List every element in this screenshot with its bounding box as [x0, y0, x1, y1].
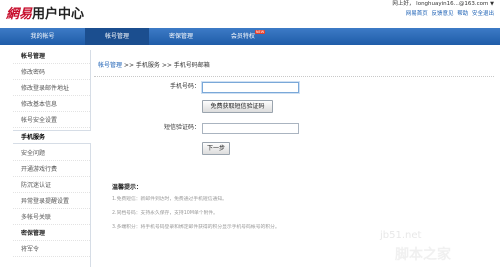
tip-line-3: 3.多端积分：将手机号码登录和绑定邮件获得的积分显示手机号码帐号的积分。	[112, 225, 280, 230]
link-home[interactable]: 网易首页	[406, 11, 428, 17]
username-dropdown[interactable]: longhuayin16...@163.com	[416, 1, 488, 7]
sms-code-label: 短信验证码：	[163, 124, 200, 131]
watermark-text: 脚本之家	[395, 247, 451, 263]
chevron-down-icon[interactable]: ▼	[490, 1, 494, 7]
top-header: 網易用户中心 网上好， longhuayin16...@163.com ▼ 网易…	[0, 0, 500, 28]
main-content: 帐号管理 >> 手机服务 >> 手机号码邮箱 手机号码： 免费获取短信验证码 短…	[90, 50, 500, 267]
sidebar: 帐号管理 修改密码 修改登录邮件地址 修改基本信息 帐号安全设置 手机服务 安全…	[13, 50, 95, 267]
tab-my-account[interactable]: 我的帐号	[0, 28, 85, 45]
next-button[interactable]: 下一步	[202, 142, 230, 155]
breadcrumb-phone-service: 手机服务	[135, 62, 160, 69]
sidebar-header-security[interactable]: 密保管理	[13, 227, 90, 241]
sidebar-item-phone-service[interactable]: 手机服务	[13, 130, 95, 144]
tab-security-management[interactable]: 密保管理	[149, 28, 213, 45]
breadcrumb-account[interactable]: 帐号管理	[98, 62, 122, 69]
sidebar-item-login-alert[interactable]: 异常登录提醒设置	[13, 195, 90, 209]
link-feedback[interactable]: 反馈意见	[431, 11, 453, 17]
sidebar-item-security-questions[interactable]: 安全问题	[13, 147, 90, 161]
sidebar-item-game-fees[interactable]: 开通游戏行费	[13, 163, 90, 177]
tab-account-management[interactable]: 帐号管理	[85, 28, 149, 45]
tip-line-1: 1.免费短信：新邮件到达时，免费通过手机短信通知。	[112, 197, 227, 202]
sidebar-item-edit-basic-info[interactable]: 修改基本信息	[13, 98, 90, 112]
breadcrumb: 帐号管理 >> 手机服务 >> 手机号码邮箱	[98, 62, 210, 70]
tab-member-privileges[interactable]: 会员特权NEW	[213, 28, 283, 45]
breadcrumb-phone-email: 手机号码邮箱	[173, 62, 210, 69]
site-logo[interactable]: 網易用户中心	[6, 7, 84, 23]
phone-label: 手机号码：	[169, 83, 200, 90]
logo-brand: 網易	[6, 7, 33, 22]
breadcrumb-sep: >>	[159, 62, 174, 69]
link-help[interactable]: 帮助	[457, 11, 468, 17]
sidebar-item-security-settings[interactable]: 帐号安全设置	[13, 114, 90, 128]
logo-title: 用户中心	[32, 7, 85, 22]
sms-code-input[interactable]	[202, 123, 299, 134]
link-logout[interactable]: 安全退出	[472, 11, 494, 17]
watermark-url: jb51.net	[380, 230, 422, 241]
top-links: 网易首页 反馈意见 帮助 安全退出	[404, 10, 494, 18]
sidebar-item-multi-account[interactable]: 多帐号关联	[13, 211, 90, 225]
main-nav: 我的帐号 帐号管理 密保管理 会员特权NEW	[0, 28, 500, 45]
sidebar-header-account[interactable]: 帐号管理	[13, 50, 90, 64]
tab-member-privileges-label: 会员特权	[230, 33, 255, 40]
phone-input[interactable]	[202, 82, 299, 93]
tips-title: 温馨提示：	[112, 184, 143, 191]
sidebar-item-label: 手机服务	[21, 134, 46, 141]
sidebar-item-anti-addiction[interactable]: 防沉迷认证	[13, 179, 90, 193]
new-badge: NEW	[254, 30, 266, 34]
sidebar-item-general-token[interactable]: 将军令	[13, 243, 90, 257]
user-greeting: 网上好，	[392, 1, 415, 7]
user-info: 网上好， longhuayin16...@163.com ▼	[392, 0, 494, 8]
divider	[94, 76, 494, 77]
tip-line-2: 2.同档号码：支持永久保存，支持10M单个附件。	[112, 211, 218, 216]
get-sms-code-button[interactable]: 免费获取短信验证码	[202, 100, 273, 113]
breadcrumb-sep: >>	[122, 62, 136, 69]
sidebar-item-change-password[interactable]: 修改密码	[13, 66, 90, 80]
sidebar-item-change-login-email[interactable]: 修改登录邮件地址	[13, 82, 90, 96]
